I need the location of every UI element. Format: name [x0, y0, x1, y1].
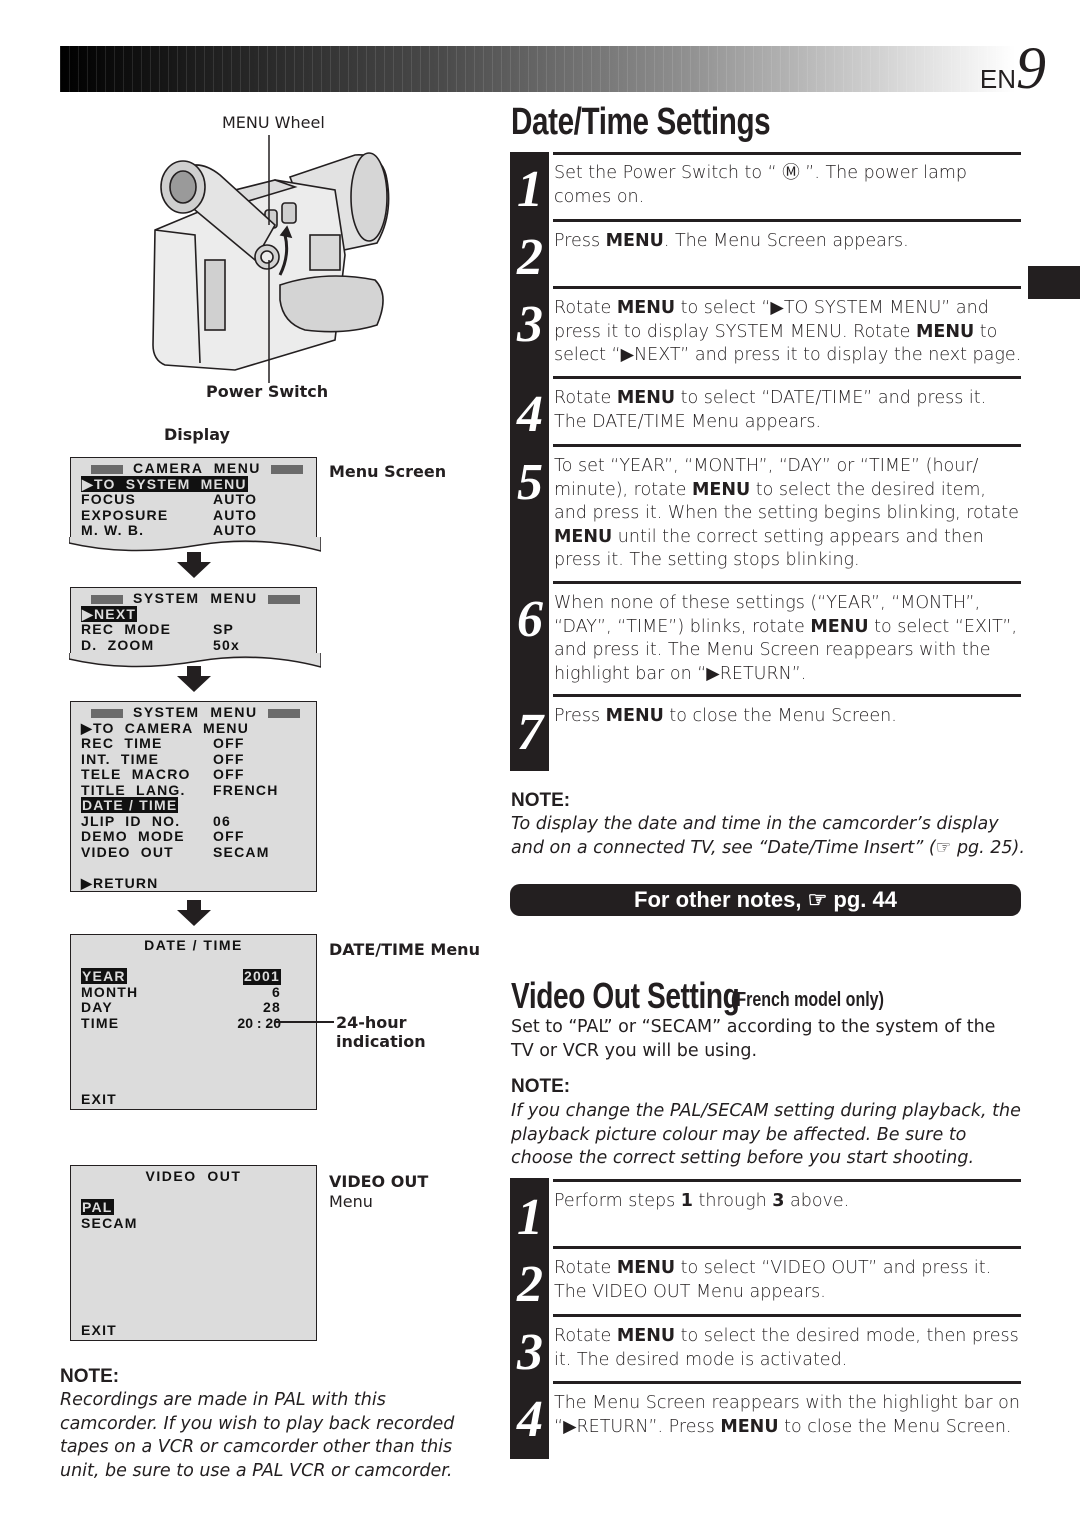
date-time-step-text-7: Press MENU to close the Menu Screen.: [554, 706, 897, 726]
osd-title-bar-left: [91, 464, 123, 474]
step-divider: [553, 286, 1021, 289]
date-time-step-text-6: When none of these settings (“YEAR”, “MO…: [554, 593, 1018, 684]
date-time-step-number-6: 6: [517, 591, 543, 648]
date-time-note-label: NOTE:: [511, 790, 571, 811]
osd-system-menu-page1: SYSTEM MENU ▶NEXT REC MODE SP D. ZOOM 50x: [69, 587, 321, 668]
step-divider: [553, 444, 1021, 447]
step-divider: [553, 1246, 1021, 1249]
date-time-step-number-4: 4: [517, 386, 543, 443]
date-time-step-text-5: To set “YEAR”, “MONTH”, “DAY” or “TIME” …: [554, 456, 1019, 570]
video-out-menu-label: VIDEO OUT Menu: [329, 1172, 429, 1211]
page-number-value: 9: [1016, 35, 1046, 101]
osd-row: JLIP ID NO. 06: [81, 812, 231, 829]
date-time-note-text: To display the date and time in the camc…: [511, 814, 1025, 858]
osd-exit: EXIT: [81, 1321, 117, 1338]
video-out-step-number-1: 1: [517, 1189, 543, 1246]
osd-exit: EXIT: [81, 1090, 117, 1107]
display-label: Display: [164, 425, 230, 444]
date-time-menu-label: DATE/TIME Menu: [329, 940, 480, 959]
step-divider: [553, 581, 1021, 584]
date-time-step-text-3: Rotate MENU to select “▶TO SYSTEM MENU” …: [554, 298, 1022, 365]
page-number: EN9: [980, 38, 1046, 98]
section-tab-marker: [1028, 266, 1080, 299]
osd-row: ▶NEXT: [81, 605, 138, 622]
date-time-step-text-4: Rotate MENU to select “DATE/TIME” and pr…: [554, 388, 987, 432]
osd-row: DEMO MODE OFF: [81, 828, 245, 844]
video-out-note-label: NOTE:: [511, 1076, 571, 1097]
osd-row: YEAR 2001: [81, 968, 281, 985]
step-divider: [553, 1179, 1021, 1182]
step-divider: [553, 1381, 1021, 1384]
osd-row: REC TIME OFF: [81, 735, 245, 751]
step-divider: [553, 694, 1021, 697]
blinking-year-value: 2001: [243, 968, 281, 985]
video-out-step-text-1: Perform steps 1 through 3 above.: [554, 1191, 850, 1211]
osd-row: VIDEO OUT SECAM: [81, 843, 270, 860]
date-time-step-number-5: 5: [517, 454, 543, 511]
osd-row: FOCUS AUTO: [81, 491, 258, 507]
camcorder-illustration: [152, 135, 390, 383]
menu-wheel-label: MENU Wheel: [222, 113, 325, 132]
date-time-step-number-1: 1: [517, 161, 543, 218]
date-time-step-number-3: 3: [517, 296, 543, 353]
date-time-settings-title: Date/Time Settings: [511, 101, 771, 143]
osd-row: DAY 28: [81, 999, 281, 1015]
osd-system-menu-page2: SYSTEM MENU ▶TO CAMERA MENU REC TIME OFF …: [70, 701, 317, 892]
osd-row: EXPOSURE AUTO: [81, 506, 258, 523]
down-arrow-icon: [177, 900, 211, 926]
video-out-step-number-3: 3: [517, 1324, 543, 1381]
left-note-label: NOTE:: [60, 1366, 120, 1387]
other-notes-link[interactable]: For other notes, ☞ pg. 44: [510, 884, 1021, 916]
page-prefix: EN: [979, 64, 1016, 94]
step-divider: [553, 152, 1021, 155]
video-out-subtitle: (French model only): [731, 989, 884, 1011]
video-out-step-text-2: Rotate MENU to select “VIDEO OUT” and pr…: [554, 1258, 992, 1302]
down-arrow-icon: [177, 552, 211, 578]
menu-screen-label: Menu Screen: [329, 462, 447, 481]
osd-title: SYSTEM MENU: [81, 590, 306, 607]
power-switch-label: Power Switch: [206, 382, 329, 401]
video-out-intro: Set to “PAL” or “SECAM” according to the…: [511, 1017, 996, 1061]
step-divider: [553, 219, 1021, 222]
date-time-step-text-1: Set the Power Switch to “ Ⓜ ”. The power…: [554, 163, 967, 207]
osd-title: SYSTEM MENU: [81, 704, 306, 721]
video-out-note-text: If you change the PAL/SECAM setting duri…: [511, 1101, 1021, 1168]
24-hour-callout: 24-hour indication: [336, 1013, 426, 1051]
video-out-step-number-2: 2: [517, 1256, 543, 1313]
osd-row-return: ▶RETURN: [81, 874, 159, 891]
date-time-step-number-2: 2: [517, 229, 543, 286]
osd-title: DATE / TIME: [144, 937, 243, 953]
osd-row: TIME 20 : 20: [81, 1014, 281, 1031]
video-out-step-text-4: The Menu Screen reappears with the highl…: [554, 1393, 1020, 1437]
down-arrow-icon: [177, 666, 211, 692]
osd-video-out-menu: VIDEO OUT PAL SECAM EXIT: [70, 1165, 317, 1341]
osd-row: D. ZOOM 50x: [81, 636, 240, 653]
osd-row: MONTH 6: [81, 983, 281, 1000]
osd-row: TELE MACRO OFF: [81, 766, 245, 782]
osd-row: REC MODE SP: [81, 621, 235, 637]
osd-row: TITLE LANG. FRENCH: [81, 781, 279, 798]
osd-option-pal: PAL: [81, 1199, 114, 1215]
osd-title: CAMERA MENU: [81, 460, 306, 477]
date-time-step-text-2: Press MENU. The Menu Screen appears.: [554, 231, 909, 251]
osd-row: INT. TIME OFF: [81, 750, 245, 767]
osd-title-bar-right: [270, 464, 303, 474]
osd-title: VIDEO OUT: [145, 1168, 242, 1184]
step-divider: [553, 376, 1021, 379]
osd-row: DATE / TIME: [81, 797, 179, 813]
callout-line: [274, 1021, 334, 1023]
header-gradient-band: [60, 46, 1015, 92]
osd-camera-menu: CAMERA MENU ▶TO SYSTEM MENU FOCUS AUTO EX…: [69, 457, 321, 552]
video-out-step-text-3: Rotate MENU to select the desired mode, …: [554, 1326, 1019, 1370]
osd-row: ▶TO CAMERA MENU: [81, 719, 250, 736]
osd-row: ▶TO SYSTEM MENU: [81, 475, 248, 492]
osd-option-secam: SECAM: [81, 1214, 138, 1231]
step-divider: [553, 1314, 1021, 1317]
left-note-text: Recordings are made in PAL with this cam…: [60, 1390, 455, 1481]
video-out-title: Video Out Setting: [511, 975, 740, 1016]
date-time-step-number-7: 7: [517, 704, 543, 761]
video-out-step-number-4: 4: [517, 1391, 543, 1448]
